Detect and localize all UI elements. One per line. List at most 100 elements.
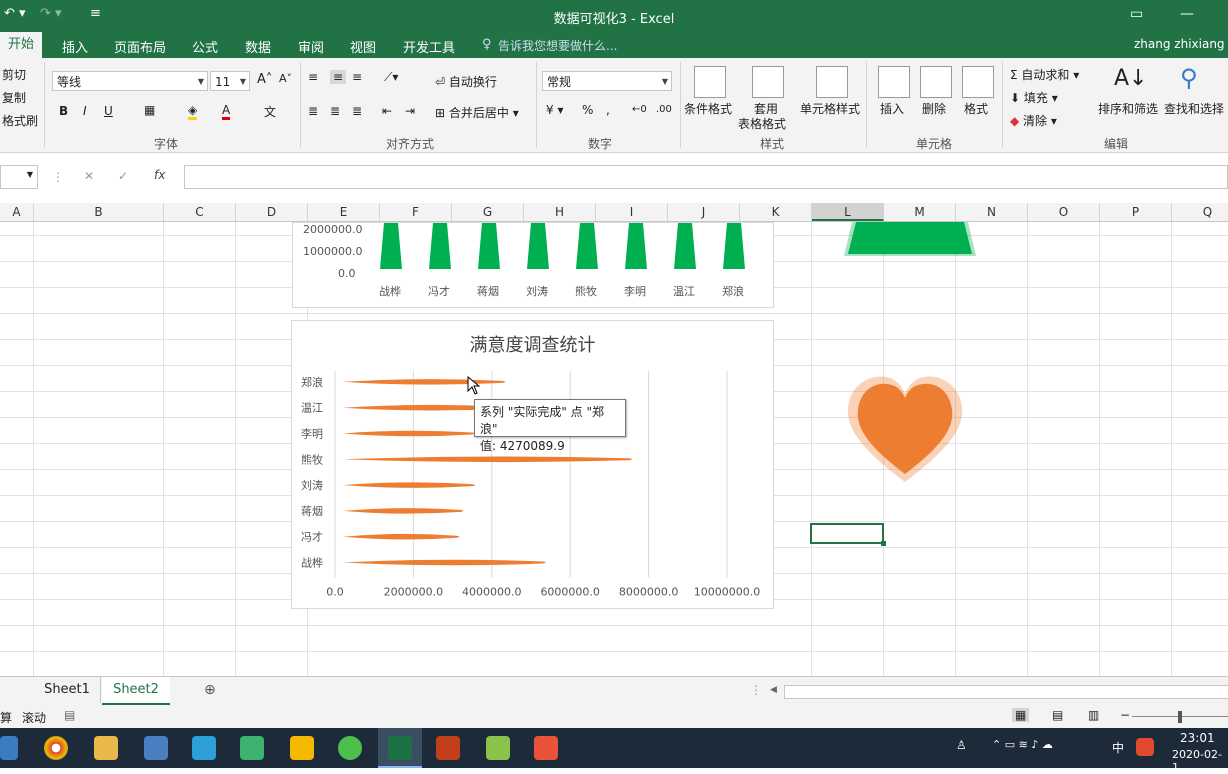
bar[interactable] <box>343 559 546 566</box>
col-header-F[interactable]: F <box>380 203 452 221</box>
autosum-button[interactable]: Σ 自动求和 ▾ <box>1010 66 1079 83</box>
formula-input[interactable] <box>184 165 1228 189</box>
col-header-Q[interactable]: Q <box>1172 203 1228 221</box>
bar[interactable] <box>343 379 506 385</box>
chart-top-bar[interactable] <box>621 223 651 271</box>
align-right-icon[interactable]: ≣ <box>352 104 362 118</box>
decrease-indent-icon[interactable]: ⇤ <box>382 104 392 118</box>
recorder-icon[interactable] <box>534 736 558 760</box>
clock-date[interactable]: 2020-02-1 <box>1172 748 1228 774</box>
decrease-decimal-icon[interactable]: .00 <box>656 104 672 115</box>
col-header-K[interactable]: K <box>740 203 812 221</box>
tab-data[interactable]: 数据 <box>245 37 271 56</box>
increase-indent-icon[interactable]: ⇥ <box>405 104 415 118</box>
col-header-J[interactable]: J <box>668 203 740 221</box>
name-box[interactable]: ▼ <box>0 165 38 189</box>
format-cells-button[interactable]: 格式 <box>964 100 988 117</box>
tray-icons[interactable]: ⌃ ▭ ≋ ♪ ☁ <box>992 738 1053 751</box>
add-sheet-icon[interactable]: ⊕ <box>204 682 216 698</box>
delete-cells-button[interactable]: 删除 <box>922 100 946 117</box>
tab-home[interactable]: 开始 <box>0 32 43 58</box>
bar[interactable] <box>343 508 464 514</box>
tab-insert[interactable]: 插入 <box>62 37 88 56</box>
fill-handle[interactable] <box>881 541 886 546</box>
chart-top-bar[interactable] <box>572 223 602 271</box>
zoom-slider-thumb[interactable] <box>1178 711 1182 723</box>
format-cells-icon[interactable] <box>962 66 994 98</box>
conditional-format-button[interactable]: 条件格式 <box>684 100 732 117</box>
camtasia-icon[interactable] <box>486 736 510 760</box>
bar[interactable] <box>343 482 476 488</box>
cut-button[interactable]: 剪切 <box>2 66 26 83</box>
chrome-icon[interactable] <box>44 736 68 760</box>
delete-cells-icon[interactable] <box>920 66 952 98</box>
number-format-combo[interactable]: 常规 ▼ <box>542 71 672 91</box>
tell-me-input[interactable]: 告诉我您想要做什么... <box>498 37 617 54</box>
sheet-tab-sheet1[interactable]: Sheet1 <box>34 677 101 703</box>
green-trapezoid-shape[interactable] <box>840 218 980 262</box>
insert-cells-button[interactable]: 插入 <box>880 100 904 117</box>
grow-font-icon[interactable]: A˄ <box>257 72 272 87</box>
powerpoint-icon[interactable] <box>436 736 460 760</box>
currency-icon[interactable]: ¥ ▾ <box>546 103 563 117</box>
align-top-icon[interactable]: ≡ <box>308 70 318 84</box>
col-header-P[interactable]: P <box>1100 203 1172 221</box>
percent-icon[interactable]: % <box>582 103 593 117</box>
page-layout-view-icon[interactable]: ▤ <box>1052 708 1063 722</box>
format-painter-button[interactable]: 格式刷 <box>2 112 38 129</box>
merge-center-button[interactable]: ⊞ 合并后居中 ▾ <box>435 104 519 121</box>
macro-record-icon[interactable]: ▤ <box>64 708 75 722</box>
clock-time[interactable]: 23:01 <box>1180 731 1215 745</box>
increase-decimal-icon[interactable]: ←0 <box>632 104 647 115</box>
insert-cells-icon[interactable] <box>878 66 910 98</box>
chart-top-bar[interactable] <box>523 223 553 271</box>
horizontal-scrollbar[interactable] <box>784 685 1228 699</box>
chart-top-bar[interactable] <box>719 223 749 271</box>
cell-styles-button[interactable]: 单元格样式 <box>800 100 860 117</box>
cancel-icon[interactable]: ✕ <box>84 169 94 183</box>
ime-indicator[interactable]: 中 <box>1112 739 1124 756</box>
tab-formulas[interactable]: 公式 <box>192 37 218 56</box>
align-middle-icon[interactable]: ≡ <box>330 70 347 84</box>
find-select-button[interactable]: 查找和选择 <box>1164 100 1224 117</box>
col-header-A[interactable]: A <box>0 203 34 221</box>
bar[interactable] <box>343 430 476 437</box>
ribbon-display-icon[interactable]: ▭ <box>1130 6 1143 22</box>
chart-top-bar[interactable] <box>425 223 455 271</box>
cell-styles-icon[interactable] <box>816 66 848 98</box>
splitter-icon[interactable]: ⋮ <box>750 683 762 697</box>
sogou-icon[interactable] <box>1136 738 1154 756</box>
sort-filter-icon[interactable]: A↓ <box>1114 66 1147 91</box>
normal-view-icon[interactable]: ▦ <box>1012 708 1030 722</box>
user-name[interactable]: zhang zhixiang <box>1134 37 1225 51</box>
chart-top-bar[interactable] <box>376 223 406 271</box>
media-player-icon[interactable] <box>240 736 264 760</box>
font-color-icon[interactable]: A <box>222 103 231 120</box>
tab-review[interactable]: 审阅 <box>298 37 324 56</box>
insert-function-button[interactable]: fx <box>154 168 165 182</box>
file-explorer-icon[interactable] <box>94 736 118 760</box>
people-icon[interactable]: ♙ <box>956 738 967 752</box>
scroll-left-icon[interactable]: ◀ <box>770 685 777 695</box>
chart-satisfaction[interactable]: 满意度调查统计 0.0 2000000.0 4000000.0 6000000.0 80… <box>291 320 774 609</box>
fill-button[interactable]: ⬇ 填充 ▾ <box>1010 89 1058 106</box>
notes-icon[interactable] <box>290 736 314 760</box>
wrap-text-button[interactable]: ⏎ 自动换行 <box>435 73 497 90</box>
table-format-label2[interactable]: 表格格式 <box>738 115 786 132</box>
font-name-combo[interactable]: 等线 ▼ <box>52 71 208 91</box>
bold-button[interactable]: B <box>59 104 68 118</box>
excel-taskbar-button[interactable] <box>378 728 422 768</box>
col-header-O[interactable]: O <box>1028 203 1100 221</box>
align-center-icon[interactable]: ≣ <box>330 104 340 118</box>
col-header-E[interactable]: E <box>308 203 380 221</box>
align-bottom-icon[interactable]: ≡ <box>352 70 362 84</box>
shrink-font-icon[interactable]: A˅ <box>279 72 292 85</box>
sheet-tab-sheet2[interactable]: Sheet2 <box>102 677 170 705</box>
enter-icon[interactable]: ✓ <box>118 169 128 183</box>
python-icon[interactable] <box>0 736 18 760</box>
chart-top-bar[interactable] <box>474 223 504 271</box>
orientation-icon[interactable]: ⟋▾ <box>384 70 398 85</box>
comma-icon[interactable]: , <box>606 103 610 117</box>
copy-button[interactable]: 复制 <box>2 89 26 106</box>
selected-cell[interactable] <box>810 523 884 544</box>
